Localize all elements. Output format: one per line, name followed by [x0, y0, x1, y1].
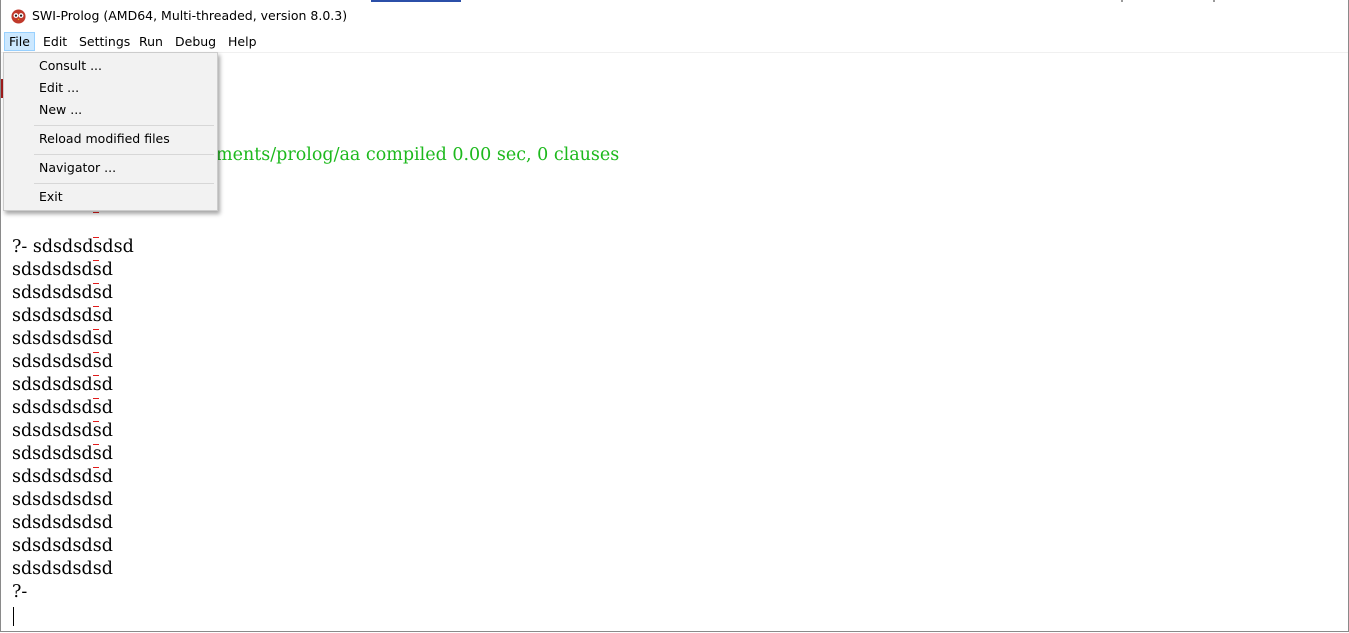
red-marker	[93, 237, 99, 238]
menu-item-consult[interactable]: Consult ...	[5, 55, 216, 77]
output-line: sdsdsdsdsd	[12, 375, 113, 395]
red-marker	[93, 375, 99, 376]
menu-file[interactable]: File	[4, 32, 35, 51]
menu-item-exit[interactable]: Exit	[5, 186, 216, 208]
menu-separator	[34, 154, 214, 155]
output-line: sdsdsdsdsd	[12, 536, 113, 556]
red-marker	[93, 306, 99, 307]
compiled-message: ments/prolog/aa compiled 0.00 sec, 0 cla…	[216, 145, 620, 165]
menu-help[interactable]: Help	[223, 32, 262, 51]
menu-settings[interactable]: Settings	[74, 32, 135, 51]
swi-prolog-window: SWI-Prolog (AMD64, Multi-threaded, versi…	[0, 0, 1349, 632]
menu-debug[interactable]: Debug	[170, 32, 221, 51]
output-line: sdsdsdsdsd	[12, 329, 113, 349]
red-marker	[93, 421, 99, 422]
menu-run[interactable]: Run	[134, 32, 168, 51]
window-title: SWI-Prolog (AMD64, Multi-threaded, versi…	[32, 8, 348, 23]
output-line: sdsdsdsdsd	[12, 421, 113, 441]
menu-item-reload-modified-files[interactable]: Reload modified files	[5, 128, 216, 150]
menu-item-edit[interactable]: Edit ...	[5, 77, 216, 99]
red-marker	[93, 212, 99, 213]
output-line: sdsdsdsdsd	[12, 352, 113, 372]
red-marker	[93, 260, 99, 261]
prompt: ?-	[12, 582, 28, 602]
menu-item-navigator[interactable]: Navigator ...	[5, 157, 216, 179]
menu-item-new[interactable]: New ...	[5, 99, 216, 121]
output-line: sdsdsdsdsd	[12, 306, 113, 326]
output-line: sdsdsdsdsd	[12, 398, 113, 418]
text-cursor	[13, 607, 14, 626]
red-marker	[93, 329, 99, 330]
menu-edit[interactable]: Edit	[38, 32, 72, 51]
red-marker	[93, 283, 99, 284]
red-marker	[93, 398, 99, 399]
red-marker	[93, 467, 99, 468]
output-line: sdsdsdsdsd	[12, 513, 113, 533]
menu-separator	[34, 183, 214, 184]
menu-separator	[34, 125, 214, 126]
output-line: sdsdsdsdsd	[12, 444, 113, 464]
output-line: sdsdsdsdsd	[12, 467, 113, 487]
output-line: sdsdsdsdsd	[12, 283, 113, 303]
output-line: sdsdsdsdsd	[12, 490, 113, 510]
title-bar[interactable]: SWI-Prolog (AMD64, Multi-threaded, versi…	[1, 2, 1348, 30]
red-marker	[93, 352, 99, 353]
file-menu-dropdown: Consult ... Edit ... New ... Reload modi…	[3, 52, 218, 211]
menu-bar: File Edit Settings Run Debug Help	[1, 31, 1348, 53]
query-line: ?- sdsdsdsdsd	[12, 237, 134, 257]
output-line: sdsdsdsdsd	[12, 559, 113, 579]
red-marker	[93, 444, 99, 445]
output-line: sdsdsdsdsd	[12, 260, 113, 280]
swi-prolog-owl-icon	[11, 9, 26, 24]
